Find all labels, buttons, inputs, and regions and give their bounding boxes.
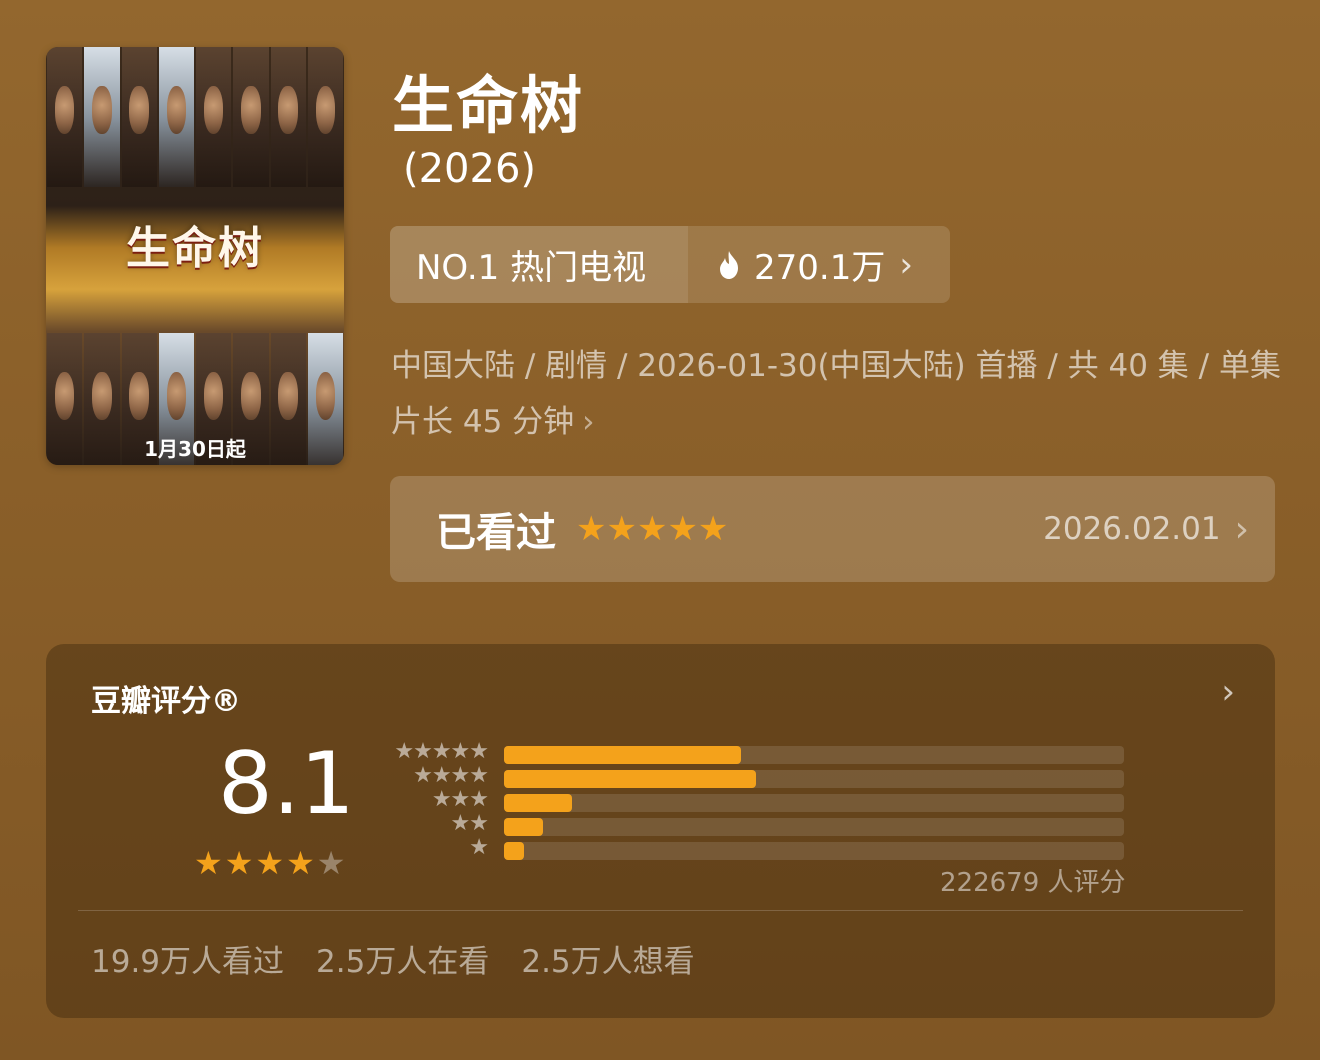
rank-label: NO.1 热门电视 <box>390 226 688 303</box>
watching-count[interactable]: 2.5万人在看 <box>316 936 489 981</box>
two-star-icon: ★★ <box>450 811 489 836</box>
one-star-icon: ★ <box>469 835 489 860</box>
cast-portrait <box>47 47 83 187</box>
rating-row-5: ★★★★★ <box>384 739 1124 764</box>
release-year: (2026) <box>403 146 537 192</box>
cast-portrait <box>196 47 232 187</box>
watched-label: 已看过 <box>436 510 556 556</box>
audience-stats: 19.9万人看过 2.5万人在看 2.5万人想看 <box>91 936 695 981</box>
show-metadata[interactable]: 中国大陆 / 剧情 / 2026-01-30(中国大陆) 首播 / 共 40 集… <box>391 338 1281 450</box>
rating-bar-track <box>504 842 1124 860</box>
rating-bar-fill <box>504 746 742 764</box>
watched-date: 2026.02.01 <box>1043 511 1221 547</box>
rating-row-1: ★ <box>384 835 1124 860</box>
heat-value: 270.1万 <box>754 248 886 288</box>
cast-portrait <box>158 47 194 187</box>
cast-portrait <box>233 47 269 187</box>
rating-row-2: ★★ <box>384 811 1124 836</box>
want-count[interactable]: 2.5万人想看 <box>521 936 694 981</box>
rating-count: 222679 人评分 <box>940 868 1126 898</box>
score-stars: ★★★★★ <box>194 844 348 882</box>
page-title: 生命树 <box>392 69 585 142</box>
rating-bar-track <box>504 818 1124 836</box>
heat-link[interactable]: 270.1万 › <box>688 226 950 303</box>
rating-row-3: ★★★ <box>384 787 1124 812</box>
chevron-right-icon: › <box>1221 672 1235 712</box>
poster-image[interactable]: 生命树 1月30日起 <box>46 47 344 465</box>
douban-score: 8.1 <box>218 734 355 834</box>
chevron-right-icon: › <box>582 404 595 440</box>
watched-count[interactable]: 19.9万人看过 <box>91 936 284 981</box>
rating-bar-fill <box>504 842 524 860</box>
five-star-icon: ★★★★★ <box>394 739 489 764</box>
rating-bar-track <box>504 746 1124 764</box>
douban-rating-card[interactable]: 豆瓣评分® › 8.1 ★★★★★ ★★★★★ ★★★★ ★★★ ★★ ★ 22… <box>46 644 1275 1018</box>
cast-portrait <box>307 47 343 187</box>
flame-icon <box>720 250 738 279</box>
poster-title-logo: 生命树 <box>126 223 264 274</box>
douban-rating-header: 豆瓣评分® <box>91 684 241 719</box>
rating-bar-fill <box>504 794 572 812</box>
metadata-text: 中国大陆 / 剧情 / 2026-01-30(中国大陆) 首播 / 共 40 集… <box>391 348 1281 440</box>
cast-portrait <box>270 47 306 187</box>
user-rating-stars: ★★★★★ <box>576 509 729 549</box>
chevron-right-icon: › <box>1234 508 1249 550</box>
rank-badge[interactable]: NO.1 热门电视 270.1万 › <box>390 226 950 303</box>
divider <box>78 910 1243 911</box>
poster-cast-row-top <box>46 47 344 187</box>
cast-portrait <box>121 47 157 187</box>
three-star-icon: ★★★ <box>431 787 489 812</box>
cast-portrait <box>84 47 120 187</box>
chevron-right-icon: › <box>899 244 913 285</box>
rating-row-4: ★★★★ <box>384 763 1124 788</box>
poster-date: 1月30日起 <box>144 437 246 461</box>
rating-bar-track <box>504 794 1124 812</box>
watched-status-row[interactable]: 已看过 ★★★★★ 2026.02.01 › <box>390 476 1275 582</box>
rating-bar-fill <box>504 818 544 836</box>
rating-bar-fill <box>504 770 757 788</box>
rating-bar-track <box>504 770 1124 788</box>
four-star-icon: ★★★★ <box>413 763 489 788</box>
